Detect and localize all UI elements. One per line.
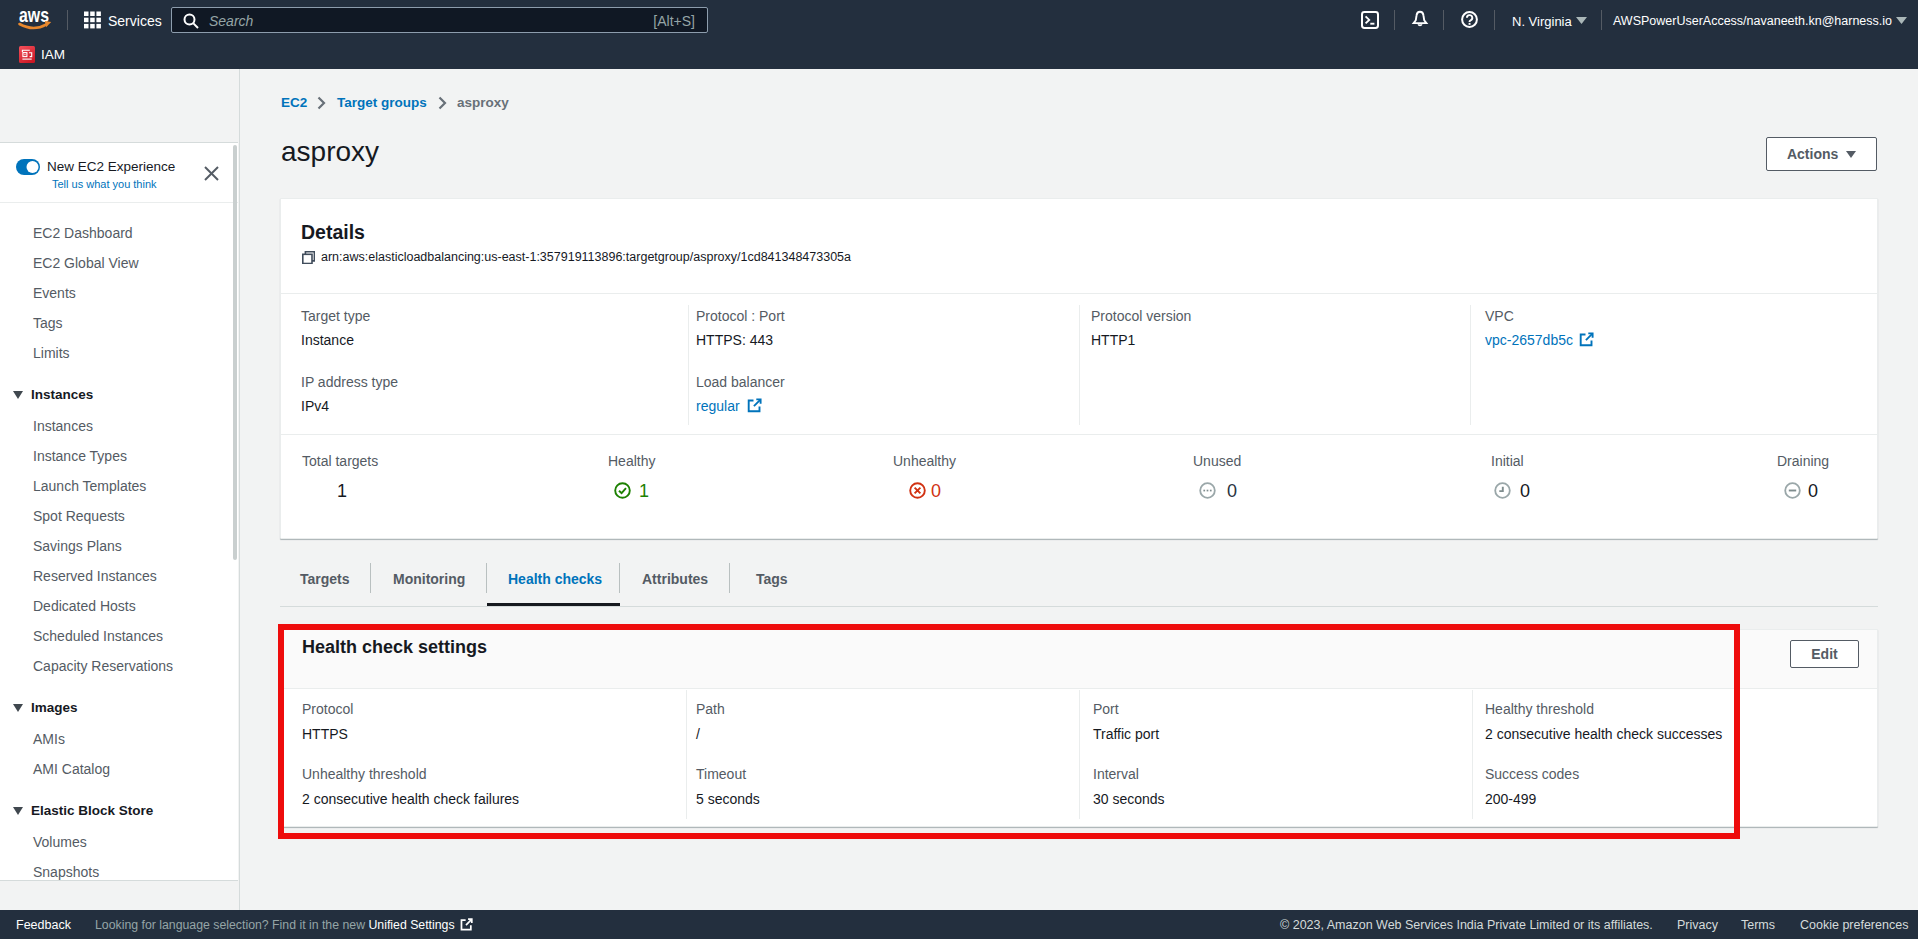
svg-text:aws: aws xyxy=(19,9,49,26)
